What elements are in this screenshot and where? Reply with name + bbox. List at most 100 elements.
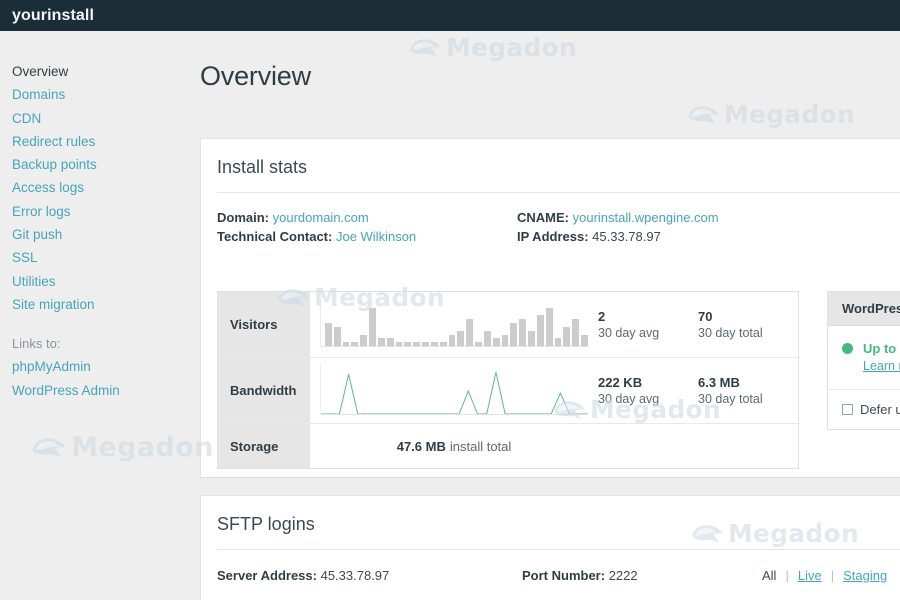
visitors-bar	[519, 319, 527, 346]
visitors-bar	[369, 307, 376, 346]
visitors-bar	[554, 338, 562, 346]
sftp-logins-card: SFTP logins Server Address: 45.33.78.97 …	[200, 495, 900, 600]
visitors-bar	[430, 342, 438, 346]
app-root: yourinstall Overview Domains CDN Redirec…	[0, 0, 900, 600]
sftp-filter-tabs: All | Live | Staging	[762, 568, 887, 583]
visitors-bar	[536, 315, 544, 346]
visitors-bar	[404, 342, 412, 346]
bandwidth-avg-block: 222 KB 30 day avg	[598, 375, 698, 407]
bandwidth-avg-caption: 30 day avg	[598, 391, 660, 406]
visitors-chart	[310, 292, 598, 357]
port-number-label: Port Number:	[522, 568, 606, 583]
visitors-bar	[581, 334, 588, 346]
domain-row: Domain: yourdomain.com	[217, 209, 517, 228]
visitors-bar-chart	[320, 300, 588, 347]
server-address-value: 45.33.78.97	[320, 568, 390, 583]
storage-value: 47.6 MB	[396, 438, 446, 454]
visitors-bar	[342, 342, 350, 346]
ip-address-value: 45.33.78.97	[592, 228, 661, 244]
sftp-tab-live[interactable]: Live	[798, 568, 822, 583]
visitors-bar	[563, 326, 571, 346]
visitors-bar	[448, 334, 456, 346]
port-number-value: 2222	[608, 568, 638, 583]
stats-row-bandwidth: Bandwidth 222 KB 30 day avg 6.3 MB 30 da…	[218, 358, 798, 424]
visitors-total-value: 70	[698, 308, 713, 324]
visitors-bar	[439, 342, 447, 346]
visitors-bar	[475, 342, 482, 346]
sidebar-item-site-migration[interactable]: Site migration	[12, 293, 200, 316]
wordpress-panel-title: WordPress	[828, 292, 900, 326]
domain-label: Domain:	[217, 210, 269, 225]
sidebar-item-utilities[interactable]: Utilities	[12, 270, 200, 293]
bandwidth-figures: 222 KB 30 day avg 6.3 MB 30 day total	[598, 358, 798, 423]
storage-figures-spacer	[598, 424, 798, 468]
visitors-bar	[360, 334, 368, 346]
visitors-bar	[483, 330, 491, 346]
storage-text: 47.6 MB install total	[310, 424, 598, 468]
visitors-bar	[510, 323, 518, 346]
stats-row-storage: Storage 47.6 MB install total	[218, 424, 798, 468]
install-info-col-right: CNAME: yourinstall.wpengine.com IP Addre…	[517, 209, 749, 246]
bandwidth-total-caption: 30 day total	[698, 391, 763, 406]
visitors-bar	[351, 342, 359, 346]
sftp-info-row: Server Address: 45.33.78.97 Port Number:…	[201, 550, 900, 583]
port-number-block: Port Number: 2222	[522, 568, 762, 583]
install-stats-card: Install stats Domain: yourdomain.com Tec…	[200, 138, 900, 478]
wordpress-status-text: Up to date	[863, 341, 900, 356]
page-title: Overview	[200, 61, 311, 91]
defer-updates-row[interactable]: Defer updates	[828, 389, 900, 429]
sftp-tab-all[interactable]: All	[762, 568, 776, 583]
wordpress-panel: WordPress Up to date Learn more Defer up…	[827, 291, 900, 430]
sidebar-item-domains[interactable]: Domains	[12, 83, 200, 106]
visitors-bar	[386, 338, 394, 346]
visitors-total-block: 70 30 day total	[698, 309, 798, 341]
defer-updates-label: Defer updates	[860, 402, 900, 417]
technical-contact-label: Technical Contact:	[217, 228, 333, 244]
sidebar-item-cdn[interactable]: CDN	[12, 107, 200, 130]
visitors-bar	[377, 338, 385, 346]
bandwidth-total-block: 6.3 MB 30 day total	[698, 375, 798, 407]
ip-address-row: IP Address: 45.33.78.97	[517, 228, 749, 247]
cname-row: CNAME: yourinstall.wpengine.com	[517, 209, 749, 228]
visitors-bar	[572, 319, 580, 346]
visitors-avg-value: 2	[598, 308, 606, 324]
wordpress-panel-body: Up to date Learn more	[828, 326, 900, 389]
sidebar-item-overview[interactable]: Overview	[12, 60, 200, 83]
storage-caption: install total	[449, 438, 512, 454]
sidebar-item-ssl[interactable]: SSL	[12, 246, 200, 269]
visitors-bar	[333, 326, 341, 346]
main-content: Overview Install stats Domain: yourdomai…	[200, 31, 900, 600]
visitors-bar	[501, 334, 509, 346]
server-address-label: Server Address:	[217, 568, 317, 583]
sidebar-item-git-push[interactable]: Git push	[12, 223, 200, 246]
learn-more-link[interactable]: Learn more	[863, 359, 900, 373]
install-stats-title: Install stats	[217, 157, 308, 177]
brand-title: yourinstall	[12, 6, 95, 24]
sidebar-link-wordpress-admin[interactable]: WordPress Admin	[12, 379, 200, 402]
sidebar-link-phpmyadmin[interactable]: phpMyAdmin	[12, 355, 200, 378]
cname-value[interactable]: yourinstall.wpengine.com	[573, 210, 719, 225]
bandwidth-line-chart	[320, 364, 588, 415]
sidebar-item-access-logs[interactable]: Access logs	[12, 176, 200, 199]
sftp-tab-staging[interactable]: Staging	[843, 568, 887, 583]
visitors-avg-caption: 30 day avg	[598, 325, 660, 340]
sftp-separator-2: |	[830, 568, 835, 583]
defer-updates-checkbox[interactable]	[842, 404, 853, 415]
storage-value-cell: 47.6 MB install total	[310, 424, 598, 468]
visitors-figures: 2 30 day avg 70 30 day total	[598, 292, 798, 357]
sidebar-item-redirect-rules[interactable]: Redirect rules	[12, 130, 200, 153]
sidebar-item-error-logs[interactable]: Error logs	[12, 200, 200, 223]
stats-label-visitors: Visitors	[218, 292, 310, 357]
technical-contact-value[interactable]: Joe Wilkinson	[336, 229, 416, 244]
server-address-block: Server Address: 45.33.78.97	[217, 568, 522, 583]
bandwidth-chart	[310, 358, 598, 423]
domain-value[interactable]: yourdomain.com	[273, 210, 369, 225]
cname-label: CNAME:	[517, 210, 569, 225]
wordpress-status-block: Up to date Learn more	[863, 340, 900, 375]
visitors-bar	[466, 319, 474, 346]
sidebar-item-backup-points[interactable]: Backup points	[12, 153, 200, 176]
visitors-bar	[457, 330, 465, 346]
ip-address-label: IP Address:	[517, 228, 589, 244]
visitors-bar	[492, 338, 500, 346]
sftp-title: SFTP logins	[217, 514, 315, 534]
